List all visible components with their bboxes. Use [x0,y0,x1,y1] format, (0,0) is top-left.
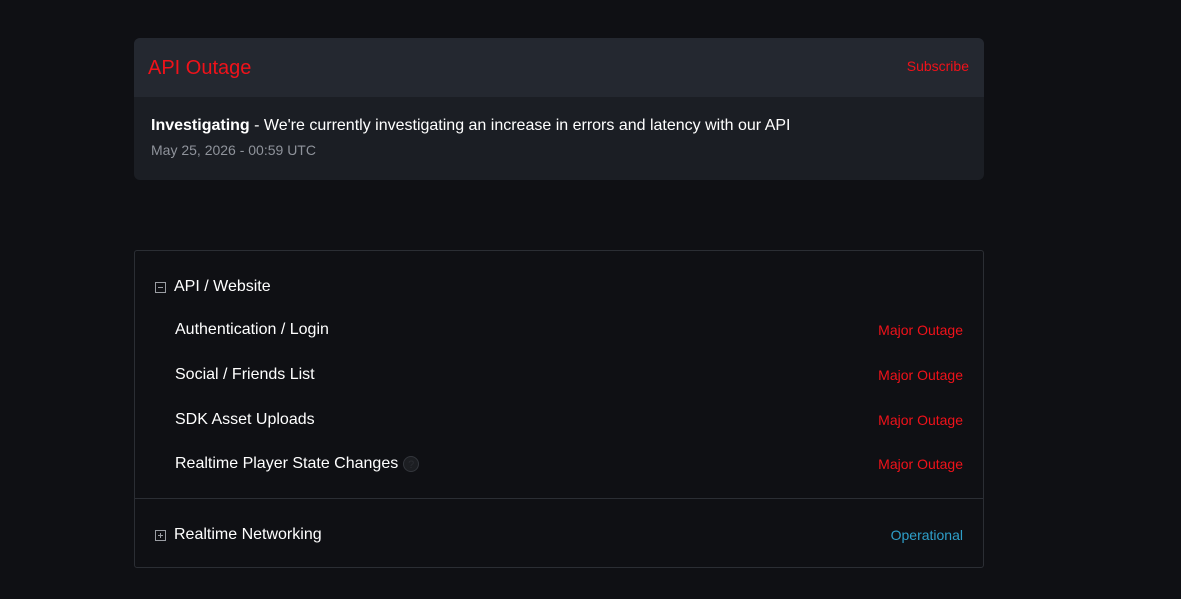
help-icon[interactable]: ? [403,456,420,472]
group-name: API / Website [174,278,271,295]
expand-plus-icon[interactable] [155,529,166,541]
group-realtime-networking[interactable]: Realtime Networking Operational [155,525,963,545]
incident-update: Investigating - We're currently investig… [151,116,790,135]
incident-timestamp: May 25, 2026 - 00:59 UTC [151,142,316,158]
component-status: Major Outage [878,456,963,472]
component-status: Major Outage [878,367,963,383]
component-row: Authentication / Login Major Outage [175,320,963,340]
component-row: Realtime Player State Changes ? Major Ou… [175,454,963,474]
component-name-wrap: Realtime Player State Changes ? [175,454,420,474]
component-status: Major Outage [878,412,963,428]
incident-header: API Outage Subscribe [134,38,984,97]
collapse-minus-icon[interactable] [155,281,166,293]
components-panel: API / Website Authentication / Login Maj… [134,250,984,568]
group-status: Operational [890,527,963,543]
component-name: Realtime Player State Changes [175,455,399,472]
component-row: SDK Asset Uploads Major Outage [175,410,963,430]
component-status: Major Outage [878,322,963,338]
incident-card: API Outage Subscribe Investigating - We'… [134,38,984,180]
component-name: Authentication / Login [175,321,329,338]
incident-title[interactable]: API Outage [148,56,251,80]
subscribe-button[interactable]: Subscribe [907,58,969,75]
incident-message: - We're currently investigating an incre… [249,117,791,134]
group-api-website[interactable]: API / Website [155,277,271,297]
component-name: SDK Asset Uploads [175,411,315,428]
component-name: Social / Friends List [175,366,315,383]
group-name: Realtime Networking [174,526,322,543]
group-divider [135,498,983,499]
incident-status-word: Investigating [151,117,250,134]
component-row: Social / Friends List Major Outage [175,365,963,385]
group-header[interactable]: Realtime Networking [155,525,963,545]
